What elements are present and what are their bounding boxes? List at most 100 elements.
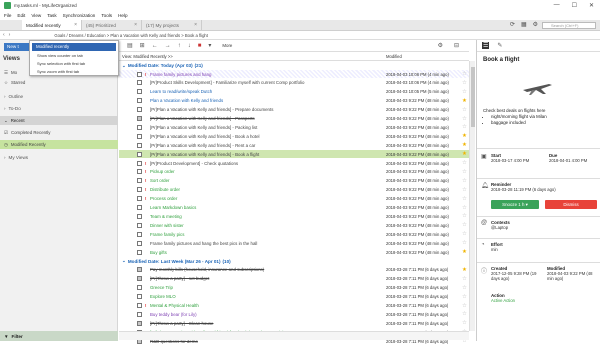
table-row[interactable]: ! Pickup order 2018-04-03 9:22 PM (48 min … — [119, 168, 469, 176]
task-name[interactable]: [Pr]Plan a Vacation with Kelly and frien… — [150, 143, 380, 148]
menu-help[interactable]: Help — [118, 13, 127, 18]
layout-icon[interactable]: ▦ — [521, 21, 527, 28]
task-name[interactable]: Frame family pics — [150, 232, 380, 237]
reminder-value[interactable]: 2018-03-28 11:19 PM (6 days ago) — [491, 187, 556, 192]
task-name[interactable]: [Pr]Product Development] - Check quotati… — [150, 161, 380, 166]
tab-my-projects[interactable]: (17) My projects × — [142, 20, 202, 30]
task-checkbox[interactable] — [137, 196, 142, 202]
star-icon[interactable]: ☆ — [462, 231, 467, 237]
task-name[interactable]: Pay monthly bills (household, insurance … — [150, 267, 380, 272]
group-header[interactable]: ⌄ Modified Date: Last Week (Mar 26 - Apr … — [119, 258, 469, 265]
task-checkbox[interactable] — [137, 205, 142, 210]
menu-item-sync-zoom[interactable]: Sync zoom with first tab — [30, 68, 118, 76]
table-row[interactable]: Team & meeting 2018-04-03 9:22 PM (48 min… — [119, 212, 469, 220]
table-row[interactable]: ! Distribute order 2018-04-03 9:22 PM (48 … — [119, 186, 469, 194]
task-name[interactable]: Pickup order — [150, 169, 380, 174]
task-checkbox[interactable] — [137, 249, 142, 255]
vertical-scrollbar[interactable] — [469, 61, 475, 331]
task-name[interactable]: Plan a Vacation with Kelly and friends — [150, 98, 380, 103]
effort-value[interactable]: min — [491, 247, 503, 252]
close-icon[interactable]: × — [74, 22, 77, 28]
dismiss-button[interactable]: Dismiss — [545, 200, 597, 209]
task-name[interactable]: [Pr]Plan a Vacation with Kelly and frien… — [150, 107, 380, 112]
table-row[interactable]: Explore MLO 2018-03-28 7:11 PM (6 days ag… — [119, 293, 469, 301]
task-checkbox[interactable] — [137, 231, 142, 237]
table-row[interactable]: ! Sort order 2018-04-03 9:22 PM (48 min ag… — [119, 177, 469, 185]
search-input[interactable]: Search (Ctrl+F) — [542, 22, 596, 29]
sidebar-item-modified-recently[interactable]: ◷ Modified Recently — [0, 140, 118, 149]
tab-prioritized[interactable]: (45) Prioritized × — [82, 20, 142, 30]
star-icon[interactable]: ☆ — [462, 169, 467, 175]
table-row[interactable]: [Pr]Plan a Vacation with Kelly and frien… — [119, 150, 469, 159]
add-subtask-icon[interactable]: ⊞ — [140, 42, 145, 49]
task-name[interactable]: Learn Markdown basics — [150, 205, 380, 210]
task-checkbox[interactable] — [137, 98, 142, 104]
task-name[interactable]: [Pr]Product Skills Development] - Famili… — [150, 80, 380, 85]
task-name[interactable]: [Pr]Plan a Vacation with Kelly and frien… — [150, 116, 380, 121]
sidebar-item-todo[interactable]: › To-Do — [0, 104, 118, 113]
task-name[interactable]: Process order — [150, 196, 380, 201]
task-checkbox[interactable] — [137, 276, 142, 282]
sidebar-item-completed-recently[interactable]: ☑ Completed Recently — [0, 128, 118, 137]
table-row[interactable]: Greece Trip 2018-03-28 7:11 PM (6 days ag… — [119, 284, 469, 292]
star-icon[interactable]: ☆ — [462, 89, 467, 95]
task-checkbox[interactable] — [137, 133, 142, 139]
tab-modified-recently[interactable]: Modified recently × — [22, 20, 82, 30]
table-row[interactable]: Plan a Vacation with Kelly and friends 20… — [119, 97, 469, 105]
task-name[interactable]: Mental & Physical Health — [150, 303, 380, 308]
star-icon[interactable]: ☆ — [462, 107, 467, 113]
sidebar-item-outline[interactable]: › Outline — [0, 92, 118, 101]
task-name[interactable]: Explore MLO — [150, 294, 380, 299]
sidebar-item-recent[interactable]: ⌄ Recent — [0, 116, 118, 125]
add-task-icon[interactable]: ▤ — [127, 42, 133, 49]
table-row[interactable]: ! [Pr]Product Development] - Check quotat… — [119, 159, 469, 167]
table-row[interactable]: [Pr]Plan a Vacation with Kelly and frien… — [119, 141, 469, 149]
task-checkbox[interactable] — [137, 285, 142, 291]
sidebar-item-my-views[interactable]: › My Views — [0, 153, 118, 162]
task-checkbox[interactable] — [137, 240, 142, 246]
outdent-icon[interactable]: ← — [152, 43, 158, 49]
minimize-icon[interactable]: — — [554, 2, 560, 9]
menu-synchronization[interactable]: Synchronization — [63, 13, 96, 18]
star-icon[interactable]: ☆ — [462, 178, 467, 184]
move-down-icon[interactable]: ↓ — [188, 43, 191, 49]
snooze-button[interactable]: Snooze 1 h ▾ — [491, 200, 539, 209]
star-icon[interactable]: ☆ — [462, 222, 467, 228]
task-checkbox[interactable] — [137, 169, 142, 175]
menu-file[interactable]: File — [4, 13, 11, 18]
task-name[interactable]: Greece Trip — [150, 285, 380, 290]
star-icon[interactable]: ★ — [462, 249, 467, 255]
table-row[interactable]: Learn Markdown basics 2018-04-03 9:22 PM … — [119, 204, 469, 212]
contexts-value[interactable]: @Laptop — [491, 225, 510, 230]
sidebar-item-starred[interactable]: ☆ Starred — [0, 78, 118, 87]
task-name[interactable]: Buy teddy bear (for Lily) — [150, 312, 380, 317]
task-checkbox[interactable] — [137, 303, 142, 308]
gear-icon[interactable]: ⚙ — [438, 42, 443, 49]
star-icon[interactable]: ☆ — [462, 160, 467, 166]
task-checkbox[interactable] — [137, 71, 142, 77]
table-row[interactable]: Pay monthly bills (household, insurance … — [119, 266, 469, 274]
breadcrumb[interactable]: Goals / Dreams / Education > Plan a Vaca… — [54, 33, 208, 38]
star-icon[interactable]: ☆ — [462, 285, 467, 291]
table-row[interactable]: ! Mental & Physical Health 2018-03-28 7:11… — [119, 302, 469, 310]
task-checkbox[interactable] — [137, 160, 142, 166]
horizontal-scrollbar[interactable] — [119, 331, 469, 340]
dropdown-header[interactable]: Modified recently — [32, 43, 116, 51]
star-icon[interactable]: ☆ — [462, 116, 467, 122]
task-name[interactable]: [Pr]Plan a Vacation with Kelly and frien… — [150, 134, 380, 139]
table-row[interactable]: [Pr]Plan a Vacation with Kelly and frien… — [119, 115, 469, 123]
dropdown-icon[interactable]: ▾ — [208, 42, 211, 49]
menu-task[interactable]: Task — [47, 13, 56, 18]
modified-column-header[interactable]: Modified — [386, 54, 402, 59]
sync-icon[interactable]: ⟳ — [510, 21, 515, 28]
task-checkbox[interactable] — [137, 116, 142, 121]
edit-icon[interactable]: ✎ — [497, 42, 502, 49]
menu-edit[interactable]: Edit — [17, 13, 25, 18]
star-icon[interactable]: ☆ — [462, 124, 467, 130]
star-icon[interactable]: ★ — [462, 98, 467, 104]
table-row[interactable]: Learn to read/write/speak Dutch 2018-04-0… — [119, 88, 469, 96]
star-icon[interactable]: ★ — [462, 267, 467, 273]
filter-bar[interactable]: ▼ Filter — [0, 331, 118, 341]
table-row[interactable]: [Pr]Plan a Vacation with Kelly and frien… — [119, 132, 469, 140]
task-name[interactable]: [Pr]Plan a Vacation with Kelly and frien… — [150, 125, 380, 130]
